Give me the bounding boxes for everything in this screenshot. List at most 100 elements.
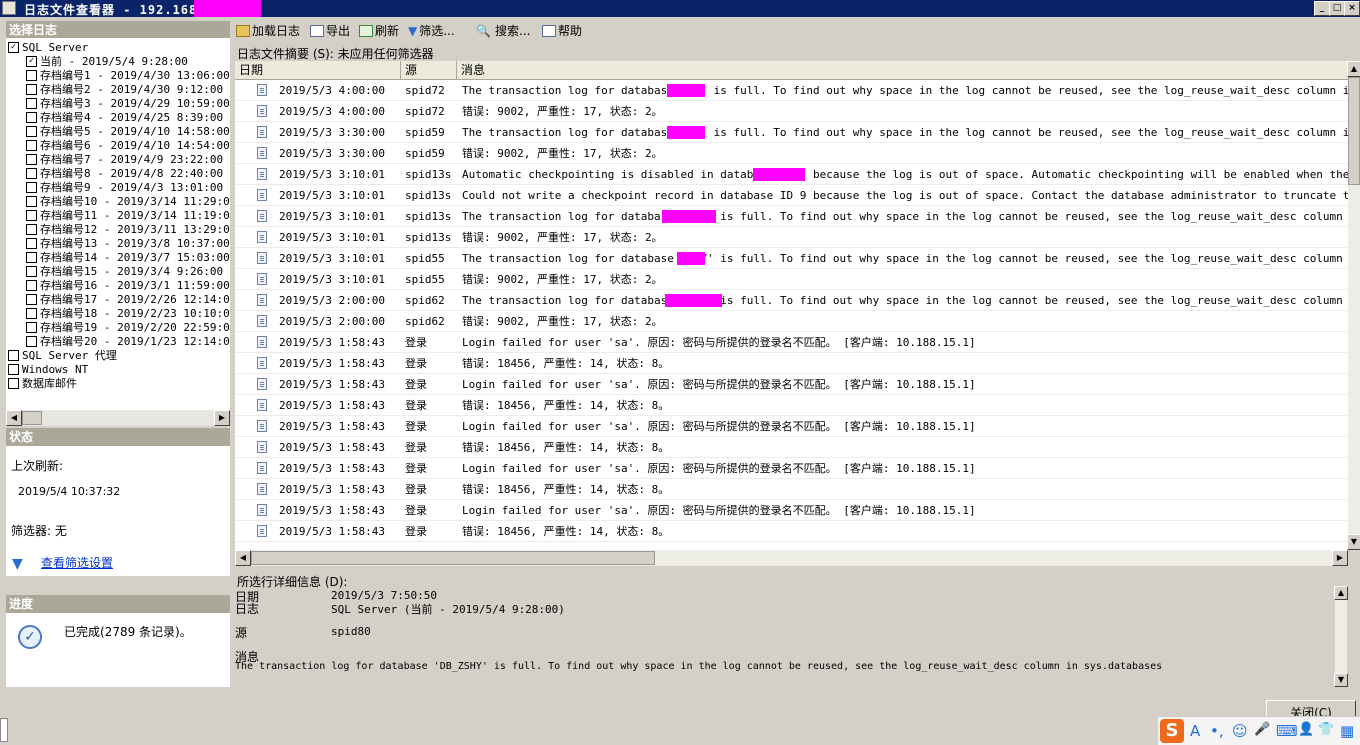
details-scrollbar[interactable]: ▲ ▼ — [1334, 586, 1348, 687]
close-window-button[interactable]: × — [1344, 1, 1360, 16]
tree-node[interactable]: ✓ 当前 - 2019/5/4 9:28:00 — [26, 55, 188, 69]
checkbox-icon[interactable] — [26, 153, 37, 165]
checkbox-icon[interactable] — [8, 349, 19, 361]
table-row[interactable]: 2019/5/3 1:58:43 登录 Login failed for user … — [235, 458, 1348, 479]
checkbox-icon[interactable] — [26, 321, 37, 333]
checkbox-icon[interactable] — [26, 167, 37, 179]
ime-language-icon[interactable]: A — [1190, 722, 1200, 740]
tree-node[interactable]: 存档编号20 - 2019/1/23 12:14:00 — [26, 335, 230, 349]
tree-node[interactable]: 存档编号1 - 2019/4/30 13:06:00 — [26, 69, 230, 83]
filter-button[interactable]: ▼ 筛选... — [408, 20, 455, 42]
checkbox-icon[interactable] — [26, 223, 37, 235]
scroll-left-icon[interactable]: ◀ — [6, 410, 22, 426]
checkbox-icon[interactable] — [26, 251, 37, 263]
ime-user-icon[interactable]: 👤 — [1298, 722, 1314, 737]
scroll-thumb[interactable] — [22, 411, 42, 425]
table-row[interactable]: 2019/5/3 3:10:01 spid55 错误: 9002, 严重性: 17,… — [235, 269, 1348, 290]
checkbox-icon[interactable] — [8, 377, 19, 389]
table-row[interactable]: 2019/5/3 3:30:00 spid59 The transaction lo… — [235, 122, 1360, 143]
checkbox-icon[interactable] — [26, 195, 37, 207]
tree-node[interactable]: 存档编号14 - 2019/3/7 15:03:00 — [26, 251, 230, 265]
checkbox-icon[interactable] — [26, 307, 37, 319]
ime-toolbox-icon[interactable]: ▦ — [1340, 722, 1354, 740]
column-source[interactable]: 源 — [401, 61, 457, 79]
tree-node[interactable]: 存档编号19 - 2019/2/20 22:59:00 — [26, 321, 230, 335]
table-row[interactable]: 2019/5/3 3:30:00 spid59 错误: 9002, 严重性: 17,… — [235, 143, 1348, 164]
table-row[interactable]: 2019/5/3 3:10:01 spid13s The transaction l… — [235, 206, 1360, 227]
tree-node[interactable]: 存档编号18 - 2019/2/23 10:10:00 — [26, 307, 230, 321]
checkbox-icon[interactable] — [26, 139, 37, 151]
table-row[interactable]: 2019/5/3 4:00:00 spid72 The transaction lo… — [235, 80, 1360, 101]
help-button[interactable]: 帮助 — [542, 20, 582, 42]
grid-scroll-right-icon[interactable]: ▶ — [1332, 550, 1348, 566]
tree-node[interactable]: 存档编号3 - 2019/4/29 10:59:00 — [26, 97, 230, 111]
checkbox-icon[interactable] — [26, 69, 37, 81]
tree-node[interactable]: 存档编号6 - 2019/4/10 14:54:00 — [26, 139, 230, 153]
table-row[interactable]: 2019/5/3 1:58:43 登录 Login failed for user … — [235, 332, 1348, 353]
tree-node[interactable]: ✓ SQL Server — [8, 41, 88, 55]
scroll-up-icon[interactable]: ▲ — [1347, 61, 1360, 77]
table-row[interactable]: 2019/5/3 1:58:43 登录 错误: 18456, 严重性: 14, 状态… — [235, 395, 1348, 416]
tree-node[interactable]: 存档编号12 - 2019/3/11 13:29:00 — [26, 223, 230, 237]
ime-voice-icon[interactable]: 🎤 — [1254, 722, 1270, 737]
checkbox-icon[interactable] — [26, 97, 37, 109]
table-row[interactable]: 2019/5/3 1:58:43 登录 Login failed for user … — [235, 500, 1348, 521]
checkbox-icon[interactable] — [26, 293, 37, 305]
tree-node[interactable]: 存档编号8 - 2019/4/8 22:40:00 — [26, 167, 223, 181]
grid-vertical-scrollbar[interactable]: ▲ ▼ — [1347, 61, 1360, 550]
search-button[interactable]: 🔍 搜索... — [476, 20, 530, 42]
table-row[interactable]: 2019/5/3 3:10:01 spid13s Automatic checkpo… — [235, 164, 1360, 185]
scroll-down-icon[interactable]: ▼ — [1347, 534, 1360, 550]
refresh-button[interactable]: 刷新 — [359, 20, 399, 42]
table-row[interactable]: 2019/5/3 1:58:43 登录 Login failed for user … — [235, 374, 1348, 395]
tree-node[interactable]: SQL Server 代理 — [8, 349, 117, 363]
column-message[interactable]: 消息 — [457, 61, 1348, 79]
tree-node[interactable]: 存档编号9 - 2019/4/3 13:01:00 — [26, 181, 223, 195]
table-row[interactable]: 2019/5/3 1:58:43 登录 错误: 18456, 严重性: 14, 状态… — [235, 521, 1348, 542]
minimize-button[interactable]: _ — [1314, 1, 1330, 16]
checkbox-checked-icon[interactable]: ✓ — [8, 41, 19, 53]
tree-node[interactable]: 数据库邮件 — [8, 377, 77, 391]
checkbox-icon[interactable] — [26, 279, 37, 291]
tree-horizontal-scrollbar[interactable]: ◀ ▶ — [6, 410, 230, 426]
tree-node[interactable]: 存档编号16 - 2019/3/1 11:59:00 — [26, 279, 230, 293]
tree-node[interactable]: 存档编号11 - 2019/3/14 11:19:00 — [26, 209, 230, 223]
ime-punctuation-icon[interactable]: •, — [1210, 722, 1224, 740]
tree-node[interactable]: 存档编号13 - 2019/3/8 10:37:00 — [26, 237, 230, 251]
tree-node[interactable]: 存档编号5 - 2019/4/10 14:58:00 — [26, 125, 230, 139]
table-row[interactable]: 2019/5/3 1:58:43 登录 错误: 18456, 严重性: 14, 状态… — [235, 353, 1348, 374]
ime-emoji-icon[interactable]: ☺ — [1232, 722, 1248, 740]
log-grid[interactable]: 日期 源 消息 2019/5/3 4:00:00 spid72 The transa… — [235, 61, 1360, 550]
details-scroll-down-icon[interactable]: ▼ — [1334, 673, 1348, 687]
checkbox-icon[interactable] — [8, 363, 19, 375]
grid-scroll-left-icon[interactable]: ◀ — [235, 550, 251, 566]
checkbox-icon[interactable] — [26, 125, 37, 137]
checkbox-icon[interactable] — [26, 181, 37, 193]
tree-node[interactable]: Windows NT — [8, 363, 88, 377]
table-row[interactable]: 2019/5/3 3:10:01 spid55 The transaction lo… — [235, 248, 1360, 269]
table-row[interactable]: 2019/5/3 2:00:00 spid62 The transaction lo… — [235, 290, 1360, 311]
tree-node[interactable]: 存档编号4 - 2019/4/25 8:39:00 — [26, 111, 223, 125]
load-log-button[interactable]: 加载日志 — [236, 20, 300, 42]
horizontal-scroll-thumb[interactable] — [251, 551, 655, 565]
log-tree[interactable]: ✓ SQL Server ✓ 当前 - 2019/5/4 9:28:00 存档编号1 -… — [6, 38, 230, 410]
tree-node[interactable]: 存档编号15 - 2019/3/4 9:26:00 — [26, 265, 223, 279]
checkbox-icon[interactable] — [26, 111, 37, 123]
checkbox-checked-icon[interactable]: ✓ — [26, 55, 37, 67]
checkbox-icon[interactable] — [26, 265, 37, 277]
vertical-scroll-thumb[interactable] — [1348, 77, 1360, 185]
table-row[interactable]: 2019/5/3 1:58:43 登录 错误: 18456, 严重性: 14, 状态… — [235, 479, 1348, 500]
tree-node[interactable]: 存档编号2 - 2019/4/30 9:12:00 — [26, 83, 223, 97]
ime-keyboard-icon[interactable]: ⌨ — [1276, 722, 1298, 740]
export-button[interactable]: 导出 — [310, 20, 350, 42]
table-row[interactable]: 2019/5/3 4:00:00 spid72 错误: 9002, 严重性: 17,… — [235, 101, 1348, 122]
checkbox-icon[interactable] — [26, 335, 37, 347]
checkbox-icon[interactable] — [26, 83, 37, 95]
column-date[interactable]: 日期 — [235, 61, 401, 79]
checkbox-icon[interactable] — [26, 237, 37, 249]
details-scroll-up-icon[interactable]: ▲ — [1334, 586, 1348, 600]
tree-node[interactable]: 存档编号17 - 2019/2/26 12:14:00 — [26, 293, 230, 307]
table-row[interactable]: 2019/5/3 2:00:00 spid62 错误: 9002, 严重性: 17,… — [235, 311, 1348, 332]
grid-horizontal-scrollbar[interactable]: ◀ ▶ — [235, 550, 1348, 566]
scroll-right-icon[interactable]: ▶ — [214, 410, 230, 426]
